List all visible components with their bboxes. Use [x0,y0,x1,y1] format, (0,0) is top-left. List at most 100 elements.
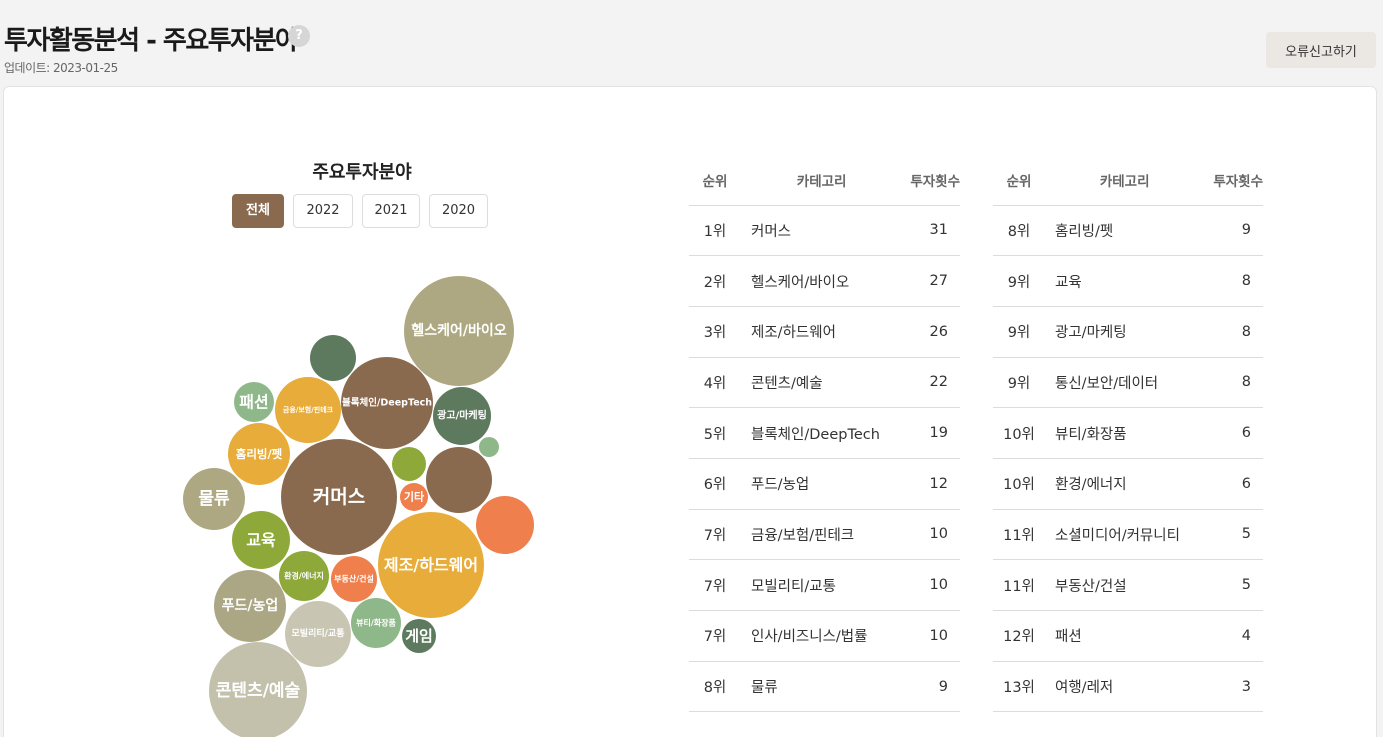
header-rank: 순위 [689,155,741,206]
header-rank: 순위 [993,155,1045,206]
rank-cell: 2위 [689,255,741,307]
report-error-button[interactable]: 오류신고하기 [1266,32,1376,68]
bubble-label: 헬스케어/바이오 [411,322,506,339]
category-cell: 통신/보안/데이터 [1045,357,1205,409]
table-row: 13위 여행/레저 3 [993,661,1263,713]
tab-2021[interactable]: 2021 [362,194,420,228]
count-cell: 9 [1204,205,1263,257]
header-count: 투자횟수 [1204,155,1263,206]
rank-cell: 5위 [689,407,741,459]
tab-2020[interactable]: 2020 [429,194,488,228]
table-header-row: 순위 카테고리 투자횟수 [993,155,1263,206]
count-cell: 6 [1204,407,1263,459]
count-cell: 4 [1204,610,1263,662]
bubble-label: 금융/보험/핀테크 [283,405,334,414]
ranking-table-right: 순위 카테고리 투자횟수 8위 홈리빙/펫 9 9위 교육 8 9위 광고/마케팅 8 9위 통신/… [993,155,1263,713]
rank-cell: 8위 [993,205,1045,257]
bubble-label: 기타 [404,490,425,504]
table-row: 10위 환경/에너지 6 [993,458,1263,510]
bubble-label: 모빌리티/교통 [292,627,345,639]
tab-all[interactable]: 전체 [232,194,284,228]
table-row: 8위 물류 9 [689,661,960,713]
table-header-row: 순위 카테고리 투자횟수 [689,155,960,206]
rank-cell: 9위 [993,306,1045,358]
category-cell: 뷰티/화장품 [1045,407,1205,459]
table-row: 11위 소셜미디어/커뮤니티 5 [993,509,1263,561]
table-row: 5위 블록체인/DeepTech 19 [689,407,960,459]
bubble-label: 패션 [239,393,268,412]
category-cell: 제조/하드웨어 [741,306,903,358]
bubble-label: 교육 [246,531,276,550]
help-icon[interactable]: ? [288,25,310,47]
bubble[interactable] [426,447,492,513]
table-row: 6위 푸드/농업 12 [689,458,960,510]
bubble-label: 제조/하드웨어 [384,556,478,575]
bubble-label: 광고/마케팅 [437,409,487,422]
category-cell: 교육 [1045,255,1205,307]
count-cell: 8 [1204,357,1263,409]
rank-cell: 8위 [689,661,741,713]
table-row: 2위 헬스케어/바이오 27 [689,255,960,307]
table-row: 7위 금융/보험/핀테크 10 [689,509,960,561]
table-row: 1위 커머스 31 [689,205,960,257]
count-cell: 12 [902,458,960,510]
category-cell: 블록체인/DeepTech [741,407,903,459]
count-cell: 22 [902,357,960,409]
page-title: 투자활동분석 - 주요투자분야 [4,26,299,56]
count-cell: 10 [902,509,960,561]
category-cell: 환경/에너지 [1045,458,1205,510]
update-date: 업데이트: 2023-01-25 [4,61,118,75]
table-row: 12위 패션 4 [993,610,1263,662]
count-cell: 31 [902,205,960,257]
header-category: 카테고리 [741,155,903,206]
rank-cell: 1위 [689,205,741,257]
bubble-label: 환경/에너지 [284,571,324,581]
bubble-label: 부동산/건설 [334,574,374,584]
count-cell: 10 [902,610,960,662]
bubble-label: 콘텐츠/예술 [216,681,301,701]
count-cell: 8 [1204,306,1263,358]
category-cell: 콘텐츠/예술 [741,357,903,409]
table-row: 8위 홈리빙/펫 9 [993,205,1263,257]
bubble-label: 홈리빙/펫 [236,447,283,461]
bubble-label: 물류 [198,489,230,509]
bubble[interactable] [479,437,499,457]
count-cell: 10 [902,559,960,611]
category-cell: 패션 [1045,610,1205,662]
table-row: 3위 제조/하드웨어 26 [689,306,960,358]
tab-2022[interactable]: 2022 [293,194,353,228]
bubble[interactable] [476,496,534,554]
bubble-label: 푸드/농업 [222,598,279,614]
rank-cell: 9위 [993,255,1045,307]
header-category: 카테고리 [1045,155,1205,206]
category-cell: 부동산/건설 [1045,559,1205,611]
category-cell: 모빌리티/교통 [741,559,903,611]
rank-cell: 12위 [993,610,1045,662]
category-cell: 헬스케어/바이오 [741,255,903,307]
category-cell: 홈리빙/펫 [1045,205,1205,257]
count-cell: 5 [1204,559,1263,611]
table-row: 10위 뷰티/화장품 6 [993,407,1263,459]
bubble-label: 커머스 [313,486,365,508]
count-cell: 26 [902,306,960,358]
category-cell: 금융/보험/핀테크 [741,509,903,561]
category-cell: 커머스 [741,205,903,257]
category-cell: 인사/비즈니스/법률 [741,610,903,662]
count-cell: 19 [902,407,960,459]
count-cell: 27 [902,255,960,307]
category-cell: 물류 [741,661,903,713]
bubble[interactable] [392,447,426,481]
count-cell: 8 [1204,255,1263,307]
category-cell: 여행/레저 [1045,661,1205,713]
header-count: 투자횟수 [902,155,960,206]
count-cell: 3 [1204,661,1263,713]
bubble[interactable] [310,335,356,381]
table-row: 7위 인사/비즈니스/법률 10 [689,610,960,662]
count-cell: 5 [1204,509,1263,561]
rank-cell: 11위 [993,509,1045,561]
bubble-label: 게임 [405,627,433,645]
table-row: 7위 모빌리티/교통 10 [689,559,960,611]
rank-cell: 4위 [689,357,741,409]
rank-cell: 11위 [993,559,1045,611]
rank-cell: 6위 [689,458,741,510]
